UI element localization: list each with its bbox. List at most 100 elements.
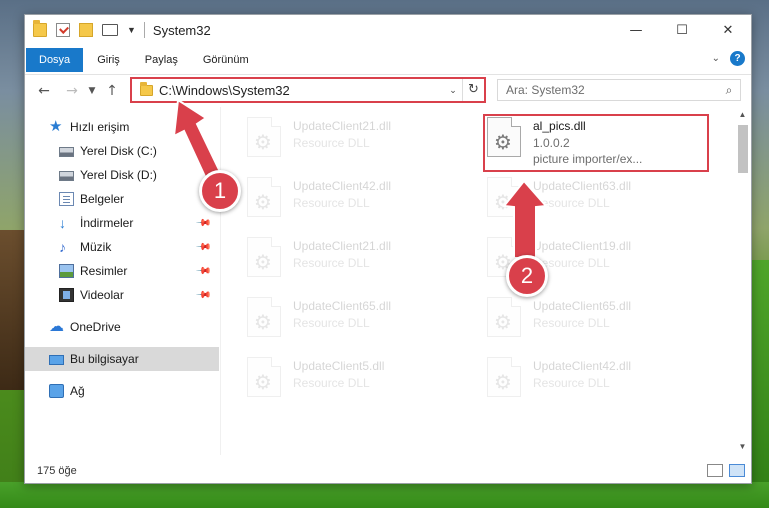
details-view-icon[interactable] bbox=[707, 464, 723, 477]
pin-icon[interactable]: 📌 bbox=[194, 215, 211, 232]
tab-file[interactable]: Dosya bbox=[26, 47, 84, 72]
music-icon: ♪ bbox=[59, 239, 66, 255]
file-tile[interactable]: ⚙ UpdateClient65.dll Resource DLL bbox=[247, 297, 479, 347]
file-highlight-frame bbox=[483, 114, 709, 172]
file-tile[interactable]: ⚙ UpdateClient21.dll Resource DLL bbox=[247, 237, 479, 287]
search-box[interactable]: Ara: System32 ⌕ bbox=[497, 79, 741, 101]
file-tile[interactable]: ⚙ UpdateClient21.dll Resource DLL bbox=[247, 117, 479, 167]
computer-icon bbox=[49, 354, 64, 365]
file-tile[interactable]: ⚙ UpdateClient42.dll Resource DLL bbox=[487, 357, 719, 407]
wallpaper-hut bbox=[0, 230, 26, 390]
sidebar-item-onedrive[interactable]: ☁ OneDrive bbox=[25, 315, 219, 339]
pictures-icon bbox=[59, 264, 74, 278]
file-tile[interactable]: ⚙ UpdateClient42.dll Resource DLL bbox=[247, 177, 479, 227]
sidebar-item-documents[interactable]: Belgeler bbox=[25, 187, 219, 211]
scroll-thumb[interactable] bbox=[738, 125, 748, 173]
tiles-view-icon[interactable] bbox=[729, 464, 745, 477]
sidebar-item-label: Resimler bbox=[80, 264, 128, 278]
file-type: Resource DLL bbox=[533, 316, 610, 330]
callout-badge-1: 1 bbox=[199, 170, 241, 212]
close-button[interactable]: ✕ bbox=[705, 15, 751, 45]
file-type: Resource DLL bbox=[533, 196, 610, 210]
pin-icon[interactable]: 📌 bbox=[194, 263, 211, 280]
sidebar-item-videos[interactable]: Videolar 📌 bbox=[25, 283, 219, 307]
window-title: System32 bbox=[152, 22, 211, 38]
file-name: UpdateClient63.dll bbox=[533, 179, 632, 193]
documents-icon bbox=[59, 192, 74, 206]
sidebar-item-downloads[interactable]: ↓ İndirmeler 📌 bbox=[25, 211, 219, 235]
sidebar-item-disk-c[interactable]: Yerel Disk (C:) 📌 bbox=[25, 139, 219, 163]
sidebar-item-label: Ağ bbox=[70, 384, 85, 398]
dll-file-icon: ⚙ bbox=[247, 237, 281, 277]
new-folder-icon[interactable] bbox=[79, 23, 93, 37]
drive-icon bbox=[59, 171, 74, 181]
video-icon bbox=[59, 288, 74, 302]
chevron-down-icon[interactable]: ⌄ bbox=[444, 85, 462, 96]
sidebar-item-pictures[interactable]: Resimler 📌 bbox=[25, 259, 219, 283]
tab-home[interactable]: Giriş bbox=[86, 48, 131, 72]
sidebar-item-label: OneDrive bbox=[70, 320, 121, 334]
sidebar-item-music[interactable]: ♪ Müzik 📌 bbox=[25, 235, 219, 259]
minimize-button[interactable]: — bbox=[613, 15, 659, 45]
search-input[interactable]: Ara: System32 bbox=[498, 83, 718, 97]
search-icon[interactable]: ⌕ bbox=[718, 83, 740, 98]
file-name: UpdateClient5.dll bbox=[293, 359, 385, 373]
file-name: UpdateClient42.dll bbox=[533, 359, 632, 373]
sidebar-item-this-pc[interactable]: Bu bilgisayar bbox=[25, 347, 219, 371]
properties-icon[interactable] bbox=[56, 23, 70, 37]
maximize-button[interactable]: ☐ bbox=[659, 15, 705, 45]
file-name: UpdateClient21.dll bbox=[293, 119, 392, 133]
dll-file-icon: ⚙ bbox=[487, 357, 521, 397]
tab-view[interactable]: Görünüm bbox=[192, 48, 260, 72]
sidebar-item-label: Hızlı erişim bbox=[70, 120, 130, 134]
download-icon: ↓ bbox=[59, 215, 66, 231]
chevron-down-icon[interactable]: ▼ bbox=[127, 25, 136, 35]
help-icon[interactable]: ? bbox=[730, 51, 745, 66]
wallpaper-grass-bottom bbox=[0, 482, 769, 508]
sidebar-item-network[interactable]: Ağ bbox=[25, 379, 219, 403]
file-tile[interactable]: ⚙ UpdateClient63.dll Resource DLL bbox=[487, 177, 719, 227]
sidebar-item-disk-d[interactable]: Yerel Disk (D:) bbox=[25, 163, 219, 187]
sidebar-item-label: İndirmeler bbox=[80, 216, 134, 230]
chevron-down-icon[interactable]: ⌄ bbox=[712, 53, 720, 64]
file-type: Resource DLL bbox=[293, 316, 370, 330]
pin-icon[interactable]: 📌 bbox=[194, 143, 211, 160]
tab-share[interactable]: Paylaş bbox=[134, 48, 189, 72]
scroll-down-icon[interactable]: ▼ bbox=[734, 439, 751, 455]
title-bar: ▼ System32 — ☐ ✕ bbox=[25, 15, 751, 45]
sidebar-item-label: Yerel Disk (C:) bbox=[80, 144, 157, 158]
recent-chevron-icon[interactable]: ▼ bbox=[85, 80, 99, 102]
back-arrow-icon[interactable]: ← bbox=[33, 80, 55, 102]
view-switcher bbox=[701, 464, 745, 477]
dll-file-icon: ⚙ bbox=[487, 297, 521, 337]
address-path[interactable]: C:\Windows\System32 bbox=[159, 83, 444, 98]
ribbon-controls: ⌄ ? bbox=[712, 51, 745, 66]
folder-icon bbox=[33, 20, 47, 37]
file-type: Resource DLL bbox=[293, 376, 370, 390]
vertical-scrollbar[interactable]: ▲ ▼ bbox=[734, 107, 751, 455]
sidebar-item-label: Müzik bbox=[80, 240, 112, 254]
file-name: UpdateClient65.dll bbox=[533, 299, 632, 313]
up-arrow-icon[interactable]: ↑ bbox=[101, 80, 123, 102]
file-tile[interactable]: ⚙ UpdateClient5.dll Resource DLL bbox=[247, 357, 479, 407]
pin-icon[interactable]: 📌 bbox=[194, 287, 211, 304]
dll-file-icon: ⚙ bbox=[247, 297, 281, 337]
pin-icon[interactable]: 📌 bbox=[194, 239, 211, 256]
customize-icon[interactable] bbox=[102, 24, 118, 36]
file-type: Resource DLL bbox=[293, 256, 370, 270]
sidebar-item-quick-access[interactable]: ★ Hızlı erişim bbox=[25, 115, 219, 139]
forward-arrow-icon[interactable]: → bbox=[61, 80, 83, 102]
dll-file-icon: ⚙ bbox=[487, 177, 521, 217]
scroll-up-icon[interactable]: ▲ bbox=[734, 107, 751, 123]
callout-badge-2: 2 bbox=[506, 255, 548, 297]
address-bar[interactable]: C:\Windows\System32 ⌄ ↻ bbox=[130, 77, 486, 103]
ribbon-tabs: Dosya Giriş Paylaş Görünüm ⌄ ? bbox=[25, 45, 751, 75]
file-tile[interactable]: ⚙ UpdateClient65.dll Resource DLL bbox=[487, 297, 719, 347]
drive-icon bbox=[59, 147, 74, 157]
refresh-icon[interactable]: ↻ bbox=[462, 79, 484, 101]
pane-divider[interactable] bbox=[220, 107, 221, 455]
window-controls: — ☐ ✕ bbox=[613, 15, 751, 45]
sidebar-item-label: Videolar bbox=[80, 288, 124, 302]
network-icon bbox=[49, 384, 64, 398]
sidebar-item-label: Belgeler bbox=[80, 192, 125, 206]
